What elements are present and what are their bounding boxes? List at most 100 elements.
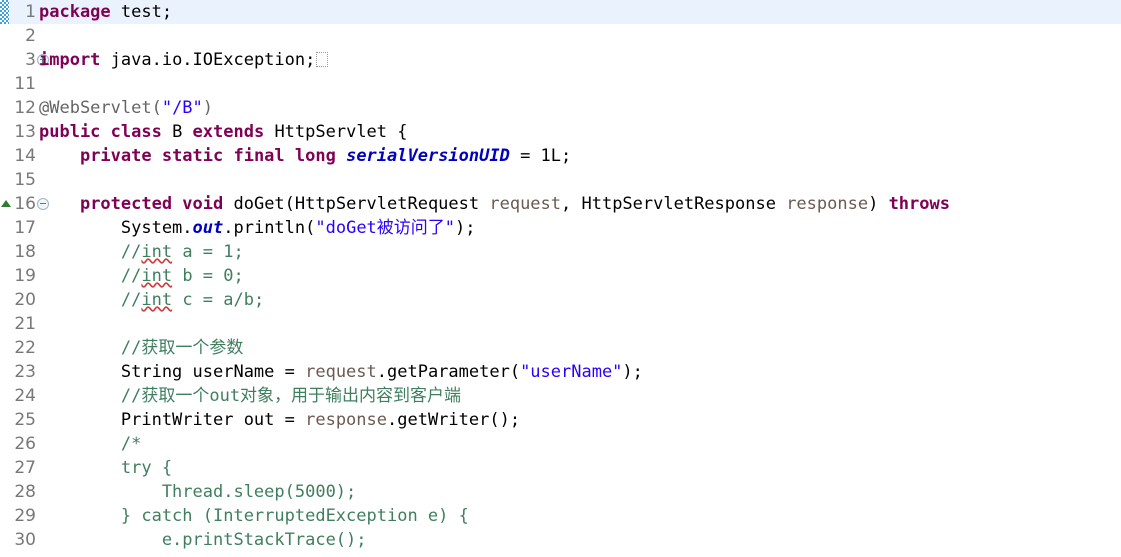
- line-number: 16: [14, 194, 36, 214]
- token-cmt: //: [39, 290, 142, 310]
- code-line-18[interactable]: 18 //int a = 1;: [0, 240, 1121, 264]
- line-number: 15: [14, 170, 36, 190]
- code-line-21[interactable]: 21: [0, 312, 1121, 336]
- code-line-13[interactable]: 13 public class B extends HttpServlet {: [0, 120, 1121, 144]
- code-text[interactable]: //int b = 0;: [39, 264, 244, 288]
- token-plain: ): [868, 194, 889, 214]
- token-plain: .println(: [223, 218, 316, 238]
- code-text[interactable]: private static final long serialVersionU…: [39, 144, 571, 168]
- token-plain: .getParameter(: [376, 362, 521, 382]
- token-cmt: int: [141, 266, 173, 286]
- line-number: 12: [14, 98, 36, 118]
- token-field: serialVersionUID: [346, 146, 510, 166]
- token-kw: protected void: [79, 194, 224, 214]
- code-line-27[interactable]: 27 try {: [0, 456, 1121, 480]
- token-plain: String userName =: [39, 362, 306, 382]
- token-cmt: e.printStackTrace();: [39, 530, 367, 550]
- code-text[interactable]: //获取一个out对象，用于输出内容到客户端: [39, 384, 461, 408]
- token-plain: );: [622, 362, 643, 382]
- line-number: 21: [14, 314, 36, 334]
- code-text[interactable]: @WebServlet("/B"): [39, 96, 213, 120]
- line-number: 19: [14, 266, 36, 286]
- token-str: "/B": [161, 98, 203, 118]
- token-kw: package: [39, 2, 111, 22]
- code-text[interactable]: Thread.sleep(5000);: [39, 480, 356, 504]
- token-kw: private static final long: [79, 146, 336, 166]
- code-text[interactable]: e.printStackTrace();: [39, 528, 367, 552]
- code-line-11[interactable]: 11: [0, 72, 1121, 96]
- token-plain: test;: [110, 2, 173, 22]
- code-line-25[interactable]: 25 PrintWriter out = response.getWriter(…: [0, 408, 1121, 432]
- token-kw: throws: [888, 194, 950, 214]
- token-cmt: int: [141, 290, 173, 310]
- code-line-20[interactable]: 20 //int c = a/b;: [0, 288, 1121, 312]
- token-field: out: [192, 218, 224, 238]
- collapsed-imports-icon[interactable]: [316, 52, 329, 67]
- code-lines-container[interactable]: 1 package test; 2 3 import java.io.IOExcepti…: [0, 0, 1121, 552]
- line-number: 11: [14, 74, 36, 94]
- code-line-30[interactable]: 30 e.printStackTrace();: [0, 528, 1121, 552]
- token-str: "userName": [520, 362, 623, 382]
- token-plain: System.: [39, 218, 193, 238]
- code-text[interactable]: package test;: [39, 0, 172, 24]
- token-kw: public class: [39, 122, 162, 142]
- token-str: "doGet被访问了": [315, 218, 456, 238]
- token-param: request: [489, 194, 562, 214]
- code-line-3[interactable]: 3 import java.io.IOException;: [0, 48, 1121, 72]
- code-line-1[interactable]: 1 package test;: [0, 0, 1121, 24]
- token-plain: PrintWriter out =: [39, 410, 306, 430]
- code-text[interactable]: String userName = request.getParameter("…: [39, 360, 643, 384]
- line-number: 17: [14, 218, 36, 238]
- line-number: 22: [14, 338, 36, 358]
- token-kw: extends: [192, 122, 265, 142]
- token-param: response: [786, 194, 869, 214]
- line-number: 29: [14, 506, 36, 526]
- code-line-16[interactable]: 16 protected void doGet(HttpServletReque…: [0, 192, 1121, 216]
- token-plain: B: [161, 122, 193, 142]
- line-number: 14: [14, 146, 36, 166]
- token-plain: .getWriter();: [387, 410, 521, 430]
- code-text[interactable]: //int c = a/b;: [39, 288, 264, 312]
- code-line-14[interactable]: 14 private static final long serialVersi…: [0, 144, 1121, 168]
- token-plain: java.io.IOException;: [100, 50, 316, 70]
- token-cmt: //: [39, 242, 142, 262]
- token-anno: @WebServlet(: [39, 98, 162, 118]
- code-line-26[interactable]: 26 /*: [0, 432, 1121, 456]
- token-cmt: b = 0;: [172, 266, 244, 286]
- code-text[interactable]: try {: [39, 456, 172, 480]
- code-line-22[interactable]: 22 //获取一个参数: [0, 336, 1121, 360]
- code-text[interactable]: System.out.println("doGet被访问了");: [39, 216, 476, 240]
- code-line-28[interactable]: 28 Thread.sleep(5000);: [0, 480, 1121, 504]
- code-line-12[interactable]: 12 @WebServlet("/B"): [0, 96, 1121, 120]
- code-text[interactable]: //获取一个参数: [39, 336, 243, 360]
- token-param: response: [305, 410, 387, 430]
- code-text[interactable]: /*: [39, 432, 141, 456]
- token-param: request: [305, 362, 377, 382]
- code-text[interactable]: protected void doGet(HttpServletRequest …: [39, 192, 950, 216]
- token-cmt: //获取一个参数: [39, 338, 244, 358]
- line-number: 13: [14, 122, 36, 142]
- code-text[interactable]: //int a = 1;: [39, 240, 244, 264]
- code-line-19[interactable]: 19 //int b = 0;: [0, 264, 1121, 288]
- code-text[interactable]: } catch (InterruptedException e) {: [39, 504, 469, 528]
- line-number: 27: [14, 458, 36, 478]
- token-plain: HttpServlet {: [264, 122, 408, 142]
- code-line-15[interactable]: 15: [0, 168, 1121, 192]
- line-number: 25: [14, 410, 36, 430]
- token-cmt: /*: [39, 434, 142, 454]
- token-plain: = 1L;: [509, 146, 572, 166]
- code-line-23[interactable]: 23 String userName = request.getParamete…: [0, 360, 1121, 384]
- code-line-24[interactable]: 24 //获取一个out对象，用于输出内容到客户端: [0, 384, 1121, 408]
- line-number: 30: [14, 530, 36, 550]
- code-text[interactable]: public class B extends HttpServlet {: [39, 120, 408, 144]
- code-text[interactable]: import java.io.IOException;: [39, 48, 329, 72]
- line-number: 2: [25, 26, 36, 46]
- code-text[interactable]: PrintWriter out = response.getWriter();: [39, 408, 520, 432]
- token-cmt: Thread.sleep(5000);: [39, 482, 357, 502]
- code-line-29[interactable]: 29 } catch (InterruptedException e) {: [0, 504, 1121, 528]
- code-editor-viewport[interactable]: 1 package test; 2 3 import java.io.IOExcepti…: [0, 0, 1121, 557]
- code-line-2[interactable]: 2: [0, 24, 1121, 48]
- code-line-17[interactable]: 17 System.out.println("doGet被访问了");: [0, 216, 1121, 240]
